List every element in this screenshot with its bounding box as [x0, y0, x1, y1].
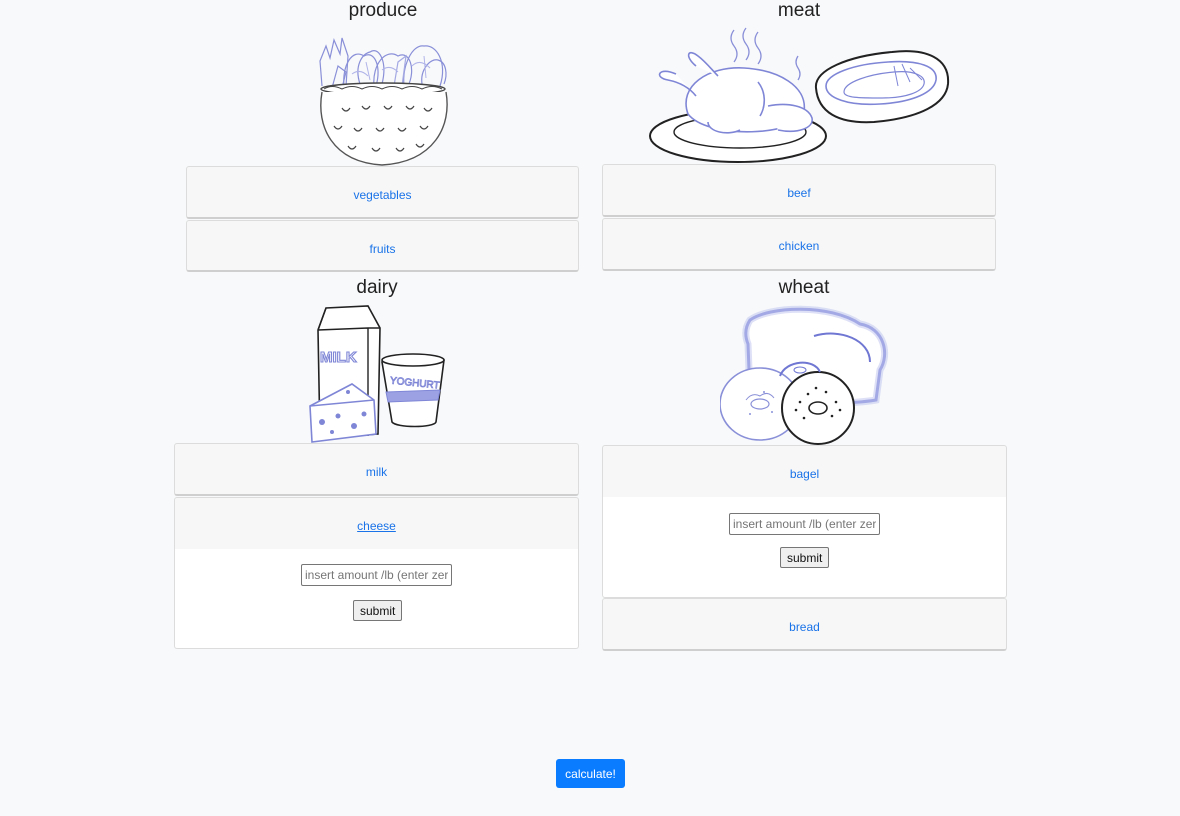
category-card-chicken[interactable]: chicken — [602, 218, 996, 271]
category-card-beef[interactable]: beef — [602, 164, 996, 217]
bagel-amount-input[interactable] — [729, 513, 880, 535]
category-card-fruits[interactable]: fruits — [186, 220, 579, 272]
bagel-amount-panel: submit — [602, 497, 1007, 598]
dairy-title: dairy — [356, 277, 398, 298]
beef-link[interactable]: beef — [603, 186, 995, 200]
category-card-cheese[interactable]: cheese — [174, 497, 579, 550]
category-card-bagel[interactable]: bagel — [602, 445, 1007, 498]
category-card-milk[interactable]: milk — [174, 443, 579, 496]
bread-link[interactable]: bread — [603, 620, 1006, 634]
wheat-illustration — [720, 305, 889, 445]
chicken-link[interactable]: chicken — [603, 239, 995, 253]
wheat-title: wheat — [778, 277, 830, 298]
dairy-illustration: MILK YOGHURT — [309, 305, 445, 443]
fruits-link[interactable]: fruits — [187, 242, 578, 256]
category-card-vegetables[interactable]: vegetables — [186, 166, 579, 219]
produce-title: produce — [348, 0, 418, 21]
vegetables-link[interactable]: vegetables — [187, 188, 578, 202]
cheese-submit-button[interactable]: submit — [353, 600, 403, 621]
cheese-link[interactable]: cheese — [175, 519, 578, 533]
meat-title: meat — [777, 0, 821, 21]
bagel-submit-button[interactable]: submit — [780, 547, 830, 568]
calculate-button[interactable]: calculate! — [556, 759, 625, 788]
cheese-amount-input[interactable] — [301, 564, 452, 586]
cheese-amount-panel: submit — [174, 549, 579, 649]
produce-basket-illustration — [319, 37, 448, 166]
milk-carton-label: MILK — [320, 349, 357, 366]
category-card-bread[interactable]: bread — [602, 598, 1007, 651]
bagel-link[interactable]: bagel — [603, 467, 1006, 481]
meat-illustration — [649, 27, 950, 163]
milk-link[interactable]: milk — [175, 465, 578, 479]
